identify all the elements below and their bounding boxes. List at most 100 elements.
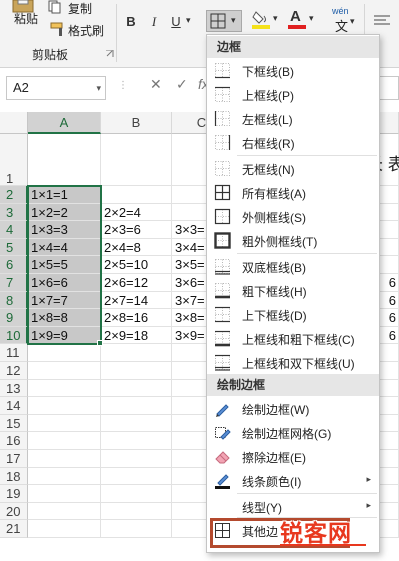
cell-a16[interactable]	[28, 432, 101, 450]
menu-item-draw-border[interactable]: 绘制边框(W)	[207, 397, 379, 421]
column-header-a[interactable]: A	[28, 112, 101, 134]
menu-item-all-borders[interactable]: 所有框线(A)	[207, 181, 379, 205]
enter-button[interactable]: ✓	[176, 76, 188, 93]
cell-a4[interactable]: 1×3=3	[28, 221, 101, 239]
cell-a15[interactable]	[28, 414, 101, 433]
cell-a1[interactable]	[28, 134, 101, 186]
cell-a9[interactable]: 1×8=8	[28, 309, 101, 327]
cell-b20[interactable]	[101, 502, 172, 521]
menu-item-bottom-border[interactable]: 下框线(B)	[207, 59, 379, 83]
cell-b19[interactable]	[101, 485, 172, 503]
menu-item-top-thick-bottom-border[interactable]: 上框线和粗下框线(C)	[207, 327, 379, 351]
cell-b11[interactable]	[101, 344, 172, 362]
fill-handle[interactable]	[97, 340, 103, 347]
cell-b12[interactable]	[101, 362, 172, 380]
cell-a20[interactable]	[28, 502, 101, 521]
row-header-2[interactable]: 2	[0, 186, 28, 204]
cell-b2[interactable]	[101, 186, 172, 204]
cell-a7[interactable]: 1×6=6	[28, 274, 101, 292]
dialog-launcher-icon[interactable]	[106, 50, 114, 58]
row-header-6[interactable]: 6	[0, 256, 28, 274]
cell-a5[interactable]: 1×4=4	[28, 238, 101, 257]
row-header-16[interactable]: 16	[0, 432, 28, 450]
cell-a12[interactable]	[28, 362, 101, 380]
row-header-15[interactable]: 15	[0, 414, 28, 433]
cell-a14[interactable]	[28, 397, 101, 415]
cell-b8[interactable]: 2×7=14	[101, 291, 172, 310]
cell-b7[interactable]: 2×6=12	[101, 274, 172, 292]
row-header-18[interactable]: 18	[0, 467, 28, 486]
format-painter-button[interactable]: 格式刷	[48, 20, 108, 38]
fill-color-button[interactable]: ▾	[252, 8, 282, 34]
cell-a10[interactable]: 1×9=9	[28, 326, 101, 345]
row-header-11[interactable]: 11	[0, 344, 28, 362]
underline-button[interactable]: U	[170, 14, 182, 29]
name-box[interactable]: A2 ▾	[6, 76, 106, 100]
cell-b9[interactable]: 2×8=16	[101, 309, 172, 327]
name-box-dropdown-icon[interactable]: ▾	[96, 77, 101, 99]
row-header-14[interactable]: 14	[0, 397, 28, 415]
cell-b13[interactable]	[101, 379, 172, 398]
row-header-17[interactable]: 17	[0, 450, 28, 468]
menu-item-erase-border[interactable]: 擦除边框(E)	[207, 445, 379, 469]
cell-b21[interactable]	[101, 520, 172, 538]
borders-button[interactable]: ▾	[206, 10, 242, 32]
menu-item-top-bottom-border[interactable]: 上下框线(D)	[207, 303, 379, 327]
cell-a8[interactable]: 1×7=7	[28, 291, 101, 310]
menu-item-top-border[interactable]: 上框线(P)	[207, 83, 379, 107]
cell-b18[interactable]	[101, 467, 172, 486]
cell-b5[interactable]: 2×4=8	[101, 238, 172, 257]
cell-b17[interactable]	[101, 450, 172, 468]
menu-item-outside-borders[interactable]: 外侧框线(S)	[207, 205, 379, 229]
row-header-8[interactable]: 8	[0, 291, 28, 310]
cell-b4[interactable]: 2×3=6	[101, 221, 172, 239]
row-header-3[interactable]: 3	[0, 203, 28, 222]
select-all-corner[interactable]	[0, 112, 28, 134]
menu-item-line-color[interactable]: 线条颜色(I) ▸	[207, 469, 379, 493]
font-color-button[interactable]: A ▾	[288, 8, 318, 34]
cell-b16[interactable]	[101, 432, 172, 450]
row-header-5[interactable]: 5	[0, 238, 28, 257]
cell-a18[interactable]	[28, 467, 101, 486]
cell-a3[interactable]: 1×2=2	[28, 203, 101, 222]
row-header-4[interactable]: 4	[0, 221, 28, 239]
row-header-19[interactable]: 19	[0, 485, 28, 503]
align-icon[interactable]	[374, 14, 390, 28]
phonetic-guide-button[interactable]: wén 文 ▾	[330, 6, 360, 34]
row-header-9[interactable]: 9	[0, 309, 28, 327]
menu-item-draw-border-grid[interactable]: 绘制边框网格(G)	[207, 421, 379, 445]
menu-item-top-double-bottom-border[interactable]: 上框线和双下框线(U)	[207, 351, 379, 375]
bold-button[interactable]: B	[124, 14, 138, 29]
cell-a13[interactable]	[28, 379, 101, 398]
cell-b10[interactable]: 2×9=18	[101, 326, 172, 345]
row-header-1[interactable]: 1	[0, 134, 28, 186]
cell-a2[interactable]: 1×1=1	[28, 186, 101, 204]
cell-a17[interactable]	[28, 450, 101, 468]
row-header-13[interactable]: 13	[0, 379, 28, 398]
row-header-7[interactable]: 7	[0, 274, 28, 292]
paste-button[interactable]: 粘贴	[4, 0, 44, 38]
copy-button[interactable]: 复制	[48, 0, 104, 16]
cell-a21[interactable]	[28, 520, 101, 538]
menu-item-right-border[interactable]: 右框线(R)	[207, 131, 379, 155]
column-header-b[interactable]: B	[101, 112, 172, 134]
row-header-21[interactable]: 21	[0, 520, 28, 538]
cell-b3[interactable]: 2×2=4	[101, 203, 172, 222]
cell-a6[interactable]: 1×5=5	[28, 256, 101, 274]
row-header-20[interactable]: 20	[0, 502, 28, 521]
row-header-10[interactable]: 10	[0, 326, 28, 345]
menu-item-no-border[interactable]: 无框线(N)	[207, 157, 379, 181]
cell-b14[interactable]	[101, 397, 172, 415]
menu-item-left-border[interactable]: 左框线(L)	[207, 107, 379, 131]
underline-dropdown-icon[interactable]: ▾	[186, 15, 191, 26]
cell-a19[interactable]	[28, 485, 101, 503]
row-header-12[interactable]: 12	[0, 362, 28, 380]
cell-b15[interactable]	[101, 414, 172, 433]
menu-item-thick-outside-borders[interactable]: 粗外侧框线(T)	[207, 229, 379, 253]
cell-a11[interactable]	[28, 344, 101, 362]
italic-button[interactable]: I	[148, 14, 160, 30]
menu-item-double-bottom-border[interactable]: 双底框线(B)	[207, 255, 379, 279]
cell-b6[interactable]: 2×5=10	[101, 256, 172, 274]
cell-b1[interactable]	[101, 134, 172, 186]
menu-item-thick-bottom-border[interactable]: 粗下框线(H)	[207, 279, 379, 303]
